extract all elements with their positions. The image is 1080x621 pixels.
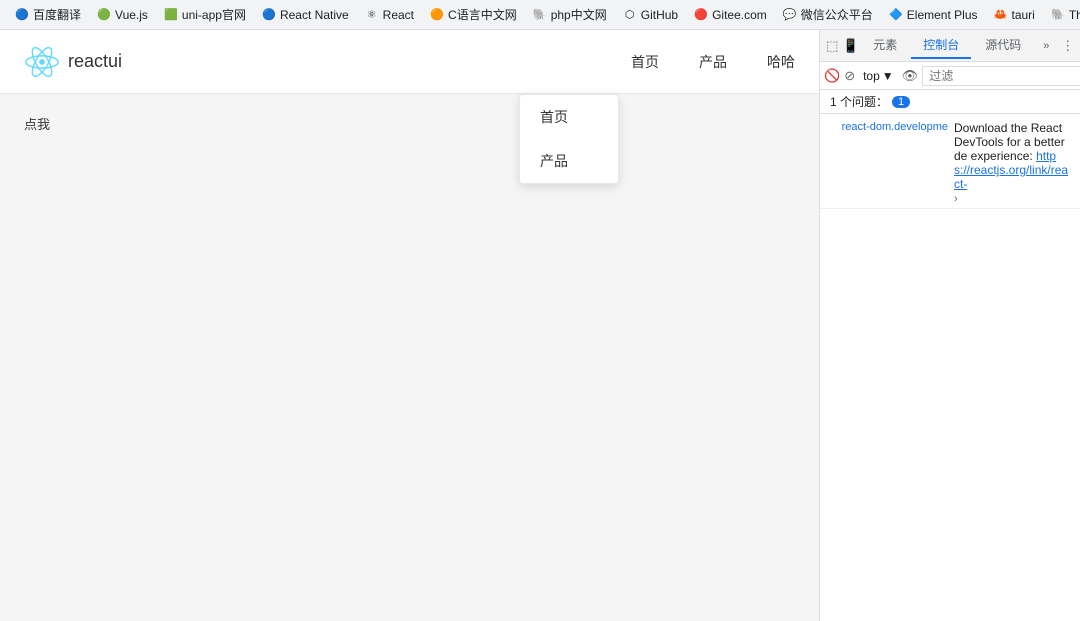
- bookmark-label-gitee: Gitee.com: [712, 8, 767, 22]
- browser-chrome: 🔵 百度翻译 🟢 Vue.js 🟩 uni-app官网 🔵 React Native ⚛ Reac…: [0, 0, 1080, 621]
- nav-link-haha[interactable]: 哈哈: [767, 48, 795, 76]
- bookmark-icon-php: 🐘: [533, 8, 547, 22]
- react-logo-icon: [24, 44, 60, 80]
- bookmark-label-wechat: 微信公众平台: [801, 6, 873, 23]
- bookmark-element-plus[interactable]: 🔷 Element Plus: [882, 5, 985, 25]
- bookmark-php[interactable]: 🐘 php中文网: [526, 3, 614, 26]
- bookmark-icon-gitee: 🔴: [694, 8, 708, 22]
- bookmark-label-github: GitHub: [641, 8, 678, 22]
- issue-label: 1 个问题：: [830, 93, 888, 110]
- bookmark-icon-thinkphp6: 🐘: [1051, 8, 1065, 22]
- bookmark-icon-tauri: 🦀: [994, 8, 1008, 22]
- devtools-panel: ⬚ 📱 元素 控制台 源代码 » ⋮ 🚫 ⊘ top ▼ 👁 默: [820, 30, 1080, 621]
- bookmarks-bar: 🔵 百度翻译 🟢 Vue.js 🟩 uni-app官网 🔵 React Native ⚛ Reac…: [0, 0, 1080, 30]
- bookmark-react[interactable]: ⚛ React: [358, 5, 421, 25]
- device-toggle-icon[interactable]: 📱: [843, 35, 860, 57]
- dropdown-menu: 首页 产品: [519, 94, 619, 184]
- bookmark-icon-react-native: 🔵: [262, 8, 276, 22]
- app-navbar: reactui 首页 产品 哈哈 首页 产品: [0, 30, 819, 94]
- devtools-toolbar: ⬚ 📱 元素 控制台 源代码 » ⋮: [820, 30, 1080, 62]
- page-body: 点我: [0, 94, 819, 153]
- dropdown-item-products[interactable]: 产品: [520, 139, 618, 183]
- nav-link-products[interactable]: 产品: [699, 48, 727, 76]
- bookmark-icon-vuejs: 🟢: [97, 8, 111, 22]
- bookmark-vuejs[interactable]: 🟢 Vue.js: [90, 5, 155, 25]
- bookmark-github[interactable]: ⬡ GitHub: [616, 5, 685, 25]
- context-select-arrow: ▼: [882, 69, 894, 83]
- bookmark-label-react-native: React Native: [280, 8, 349, 22]
- bookmark-uni-app[interactable]: 🟩 uni-app官网: [157, 3, 253, 26]
- bookmark-label-tauri: tauri: [1012, 8, 1035, 22]
- bookmark-label-react: React: [383, 8, 414, 22]
- bookmark-gitee[interactable]: 🔴 Gitee.com: [687, 5, 774, 25]
- main-split: reactui 首页 产品 哈哈 首页 产品 点我: [0, 30, 1080, 621]
- console-filter-input[interactable]: [922, 66, 1080, 86]
- devtools-issues-bar: 1 个问题： 1: [820, 90, 1080, 114]
- filter-icon[interactable]: ⊘: [844, 65, 855, 87]
- bookmark-label-uni-app: uni-app官网: [182, 6, 246, 23]
- tab-console[interactable]: 控制台: [911, 32, 971, 59]
- app-title: reactui: [68, 51, 122, 72]
- click-text[interactable]: 点我: [24, 117, 50, 132]
- app-logo: reactui: [24, 44, 122, 80]
- bookmark-icon-element-plus: 🔷: [889, 8, 903, 22]
- nav-links: 首页 产品 哈哈: [631, 48, 795, 76]
- console-expand-toggle[interactable]: ›: [954, 191, 958, 207]
- eye-icon[interactable]: 👁: [902, 65, 919, 87]
- tab-sources[interactable]: 源代码: [973, 32, 1033, 59]
- bookmark-icon-github: ⬡: [623, 8, 637, 22]
- bookmark-label-thinkphp6: ThinkPHP6: [1069, 8, 1080, 22]
- bookmark-tauri[interactable]: 🦀 tauri: [987, 5, 1042, 25]
- inspect-element-icon[interactable]: ⬚: [824, 35, 841, 57]
- console-entry: react-dom.developme Download the React D…: [820, 118, 1080, 209]
- browser-page: reactui 首页 产品 哈哈 首页 产品 点我: [0, 30, 820, 621]
- context-select-label: top: [863, 69, 880, 83]
- page-content: reactui 首页 产品 哈哈 首页 产品 点我: [0, 30, 819, 621]
- bookmark-thinkphp6[interactable]: 🐘 ThinkPHP6: [1044, 5, 1080, 25]
- bookmark-label-element-plus: Element Plus: [907, 8, 978, 22]
- clear-console-icon[interactable]: 🚫: [824, 65, 840, 87]
- bookmark-label-c-lang: C语言中文网: [448, 6, 517, 23]
- bookmark-react-native[interactable]: 🔵 React Native: [255, 5, 356, 25]
- nav-link-home[interactable]: 首页: [631, 48, 659, 76]
- bookmark-icon-c-lang: 🟠: [430, 8, 444, 22]
- dropdown-item-home[interactable]: 首页: [520, 95, 618, 139]
- bookmark-label-baidu-translate: 百度翻译: [33, 6, 81, 23]
- bookmark-c-lang[interactable]: 🟠 C语言中文网: [423, 3, 524, 26]
- bookmark-label-vuejs: Vue.js: [115, 8, 148, 22]
- console-source: react-dom.developme: [828, 121, 948, 133]
- issue-count[interactable]: 1: [892, 96, 910, 108]
- bookmark-icon-baidu-translate: 🔵: [15, 8, 29, 22]
- bookmark-label-php: php中文网: [551, 6, 607, 23]
- bookmark-baidu-translate[interactable]: 🔵 百度翻译: [8, 3, 88, 26]
- bookmark-icon-wechat: 💬: [783, 8, 797, 22]
- bookmark-wechat[interactable]: 💬 微信公众平台: [776, 3, 880, 26]
- devtools-subbar: 🚫 ⊘ top ▼ 👁 默: [820, 62, 1080, 90]
- console-message: Download the React DevTools for a better…: [954, 121, 1068, 191]
- devtools-dock-icon[interactable]: ⋮: [1059, 35, 1076, 57]
- context-select[interactable]: top ▼: [859, 67, 898, 85]
- tab-elements[interactable]: 元素: [861, 32, 909, 59]
- bookmark-icon-uni-app: 🟩: [164, 8, 178, 22]
- bookmark-icon-react: ⚛: [365, 8, 379, 22]
- devtools-more-tabs[interactable]: »: [1035, 36, 1057, 56]
- issue-badge: 1 个问题： 1: [824, 91, 916, 112]
- devtools-console: react-dom.developme Download the React D…: [820, 114, 1080, 621]
- console-message-container: Download the React DevTools for a better…: [954, 121, 1072, 205]
